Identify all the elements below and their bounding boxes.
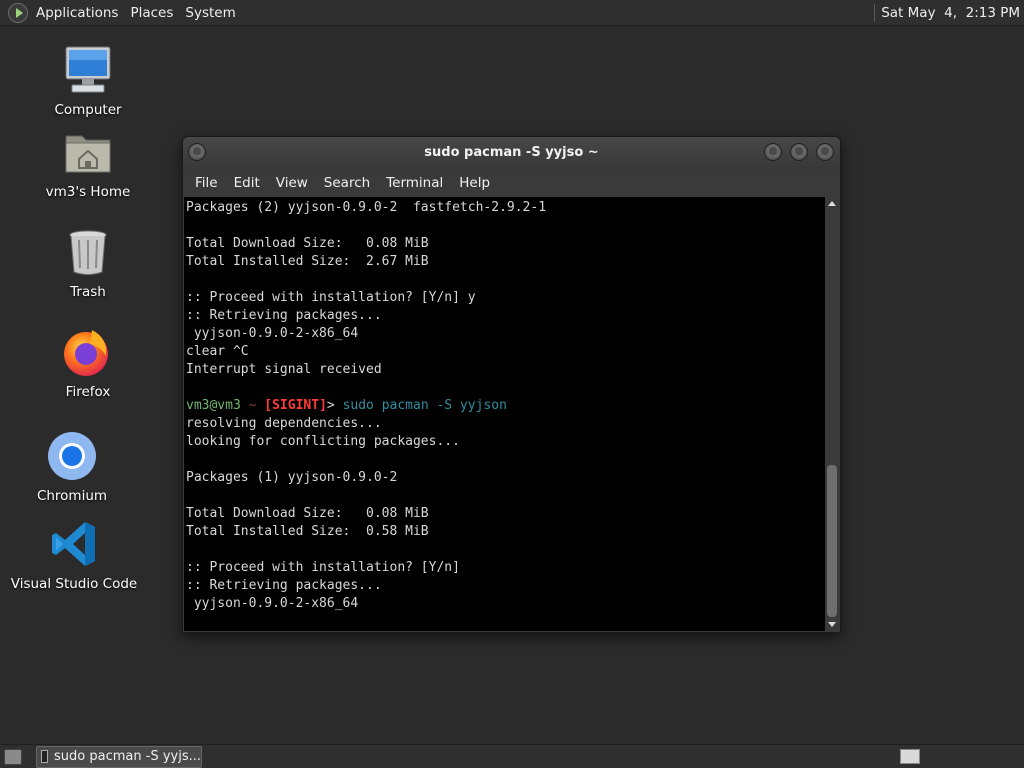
icon-label: Firefox (65, 384, 111, 400)
terminal-line: Total Download Size: 0.08 MiB (186, 236, 429, 251)
taskbar-item-label: sudo pacman -S yyjs... (54, 749, 201, 764)
taskbar-item-terminal[interactable]: sudo pacman -S yyjs... (36, 745, 202, 768)
show-desktop-icon[interactable] (4, 748, 22, 765)
distro-logo-icon[interactable] (8, 2, 28, 23)
icon-label: Visual Studio Code (10, 576, 138, 592)
firefox-icon (62, 326, 114, 378)
menu-terminal[interactable]: Terminal (378, 169, 451, 197)
icon-label: Trash (70, 284, 106, 300)
vscode-icon (48, 518, 100, 570)
chromium-icon (46, 430, 98, 482)
desktop-icon-home[interactable]: vm3's Home (33, 126, 143, 200)
scroll-up-icon[interactable] (828, 201, 836, 206)
minimize-button[interactable] (764, 143, 782, 161)
prompt-command: sudo pacman -S yyjson (342, 398, 507, 413)
terminal-line: :: Proceed with installation? [Y/n] (186, 560, 460, 575)
shell-prompt-line: vm3@vm3 ~ [SIGINT]> sudo pacman -S yyjso… (186, 397, 826, 415)
terminal-line: yyjson-0.9.0-2-x86_64 (186, 326, 359, 341)
terminal-line: Total Installed Size: 2.67 MiB (186, 254, 429, 269)
prompt-arrow: > (326, 398, 343, 413)
panel-separator (874, 3, 876, 22)
terminal-line: :: Retrieving packages... (186, 578, 382, 593)
menu-help[interactable]: Help (451, 169, 498, 197)
desktop-icon-trash[interactable]: Trash (33, 226, 143, 300)
window-title: sudo pacman -S yyjso ~ (424, 145, 599, 160)
terminal-icon (41, 750, 49, 763)
menu-system[interactable]: System (179, 0, 241, 26)
desktop-icon-vscode[interactable]: Visual Studio Code (11, 518, 137, 592)
menu-places[interactable]: Places (124, 0, 179, 26)
trash-icon (62, 226, 114, 278)
terminal-line: yyjson-0.9.0-2-x86_64 (186, 596, 359, 611)
terminal-line: Total Installed Size: 0.58 MiB (186, 524, 429, 539)
terminal-line: Packages (2) yyjson-0.9.0-2 fastfetch-2.… (186, 200, 547, 215)
menu-edit[interactable]: Edit (226, 169, 268, 197)
prompt-status: [SIGINT] (264, 398, 327, 413)
computer-icon (62, 44, 114, 96)
icon-label: Computer (54, 102, 122, 118)
icon-label: Chromium (36, 488, 108, 504)
terminal-line: Packages (1) yyjson-0.9.0-2 (186, 470, 398, 485)
menu-file[interactable]: File (187, 169, 226, 197)
terminal-line: Total Download Size: 0.08 MiB (186, 506, 429, 521)
terminal-scrollbar[interactable] (825, 197, 839, 631)
clock[interactable]: Sat May 4, 2:13 PM (881, 5, 1024, 21)
bottom-panel: sudo pacman -S yyjs... (0, 744, 1024, 768)
menu-search[interactable]: Search (316, 169, 378, 197)
terminal-line: looking for conflicting packages... (186, 434, 460, 449)
terminal-output[interactable]: Packages (2) yyjson-0.9.0-2 fastfetch-2.… (184, 197, 826, 631)
terminal-line: :: Proceed with installation? [Y/n] y (186, 290, 476, 305)
prompt-user: vm3@vm3 (186, 398, 241, 413)
icon-label: vm3's Home (45, 184, 131, 200)
scrollbar-thumb[interactable] (827, 465, 837, 617)
desktop-icon-firefox[interactable]: Firefox (33, 326, 143, 400)
scroll-down-icon[interactable] (828, 622, 836, 627)
menu-applications[interactable]: Applications (30, 0, 124, 26)
close-button[interactable] (816, 143, 834, 161)
terminal-menubar: File Edit View Search Terminal Help (183, 169, 840, 197)
home-folder-icon (62, 126, 114, 178)
prompt-separator: ~ (240, 398, 265, 413)
terminal-window[interactable]: sudo pacman -S yyjso ~ File Edit View Se… (182, 136, 841, 633)
workspace-switcher[interactable] (900, 749, 920, 764)
maximize-button[interactable] (790, 143, 808, 161)
menu-view[interactable]: View (268, 169, 316, 197)
window-titlebar[interactable]: sudo pacman -S yyjso ~ (183, 137, 840, 169)
desktop-icon-computer[interactable]: Computer (33, 44, 143, 118)
terminal-line: :: Retrieving packages... (186, 308, 382, 323)
terminal-line: clear ^C (186, 344, 249, 359)
terminal-line: Interrupt signal received (186, 362, 382, 377)
top-panel: Applications Places System Sat May 4, 2:… (0, 0, 1024, 26)
desktop-icon-chromium[interactable]: Chromium (17, 430, 127, 504)
terminal-line: resolving dependencies... (186, 416, 382, 431)
